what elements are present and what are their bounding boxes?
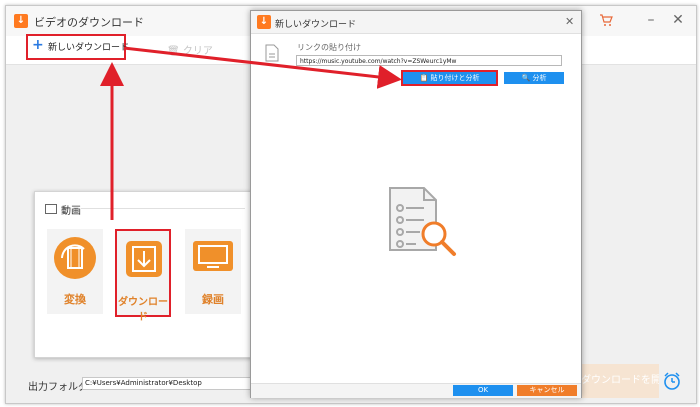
new-download-label: 新しいダウンロード [48, 43, 130, 53]
file-link-icon [265, 44, 279, 62]
new-download-dialog: ↓ 新しいダウンロード ✕ リンクの貼り付け https://music.you… [250, 10, 582, 398]
video-section-icon [45, 204, 57, 214]
tile-convert-label: 変換 [64, 293, 86, 306]
tile-download-label: ダウンロード [118, 297, 168, 323]
start-panel: 動画 変換 ダウンロード 録画 [34, 191, 258, 358]
magnifier-icon: 🔍 [521, 74, 531, 82]
dialog-close-icon[interactable]: ✕ [565, 15, 574, 28]
start-download-button[interactable]: ダウンロードを開始 [581, 364, 659, 398]
analyze-button[interactable]: 🔍 分析 [504, 72, 564, 84]
tile-record-label: 録画 [202, 293, 224, 306]
tile-download[interactable]: ダウンロード [115, 229, 171, 323]
clear-label: クリア [182, 46, 213, 57]
paste-analyze-button[interactable]: 📋 貼り付けと分析 [403, 72, 496, 84]
dialog-title: 新しいダウンロード [275, 20, 357, 30]
section-divider [81, 208, 245, 209]
minimize-icon[interactable]: – [643, 13, 659, 27]
app-download-icon: ↓ [14, 14, 28, 28]
clear-button[interactable]: 🗑 クリア [167, 42, 213, 57]
output-folder-input[interactable]: C:¥Users¥Administrator¥Desktop [82, 377, 254, 390]
tile-record[interactable]: 録画 [185, 229, 241, 314]
dialog-app-icon: ↓ [257, 15, 271, 29]
document-search-icon [386, 186, 466, 266]
ok-button[interactable]: OK [453, 385, 513, 396]
screen-record-icon [193, 241, 233, 271]
window-title: ビデオのダウンロード [34, 16, 144, 29]
close-icon[interactable]: ✕ [670, 13, 686, 27]
new-download-button[interactable]: + 新しいダウンロード [26, 34, 130, 60]
plus-icon: + [32, 37, 44, 53]
cancel-button[interactable]: キャンセル [517, 385, 577, 396]
dialog-title-bar: ↓ 新しいダウンロード ✕ [251, 11, 581, 34]
url-input[interactable]: https://music.youtube.com/watch?v=ZSWeur… [296, 55, 562, 66]
dialog-footer: OK キャンセル [251, 383, 581, 398]
link-paste-label: リンクの貼り付け [297, 43, 361, 52]
tile-convert[interactable]: 変換 [47, 229, 103, 314]
paste-analyze-label: 貼り付けと分析 [430, 74, 480, 82]
paste-analyze-highlight: 📋 貼り付けと分析 [401, 70, 498, 86]
alarm-clock-icon[interactable] [662, 371, 682, 391]
paste-icon: 📋 [419, 74, 429, 82]
trash-icon: 🗑 [167, 46, 180, 57]
download-arrow-icon [126, 241, 162, 277]
cart-icon[interactable] [599, 13, 613, 27]
section-label: 動画 [61, 206, 81, 217]
analyze-label: 分析 [532, 74, 547, 82]
film-convert-icon [54, 237, 96, 279]
